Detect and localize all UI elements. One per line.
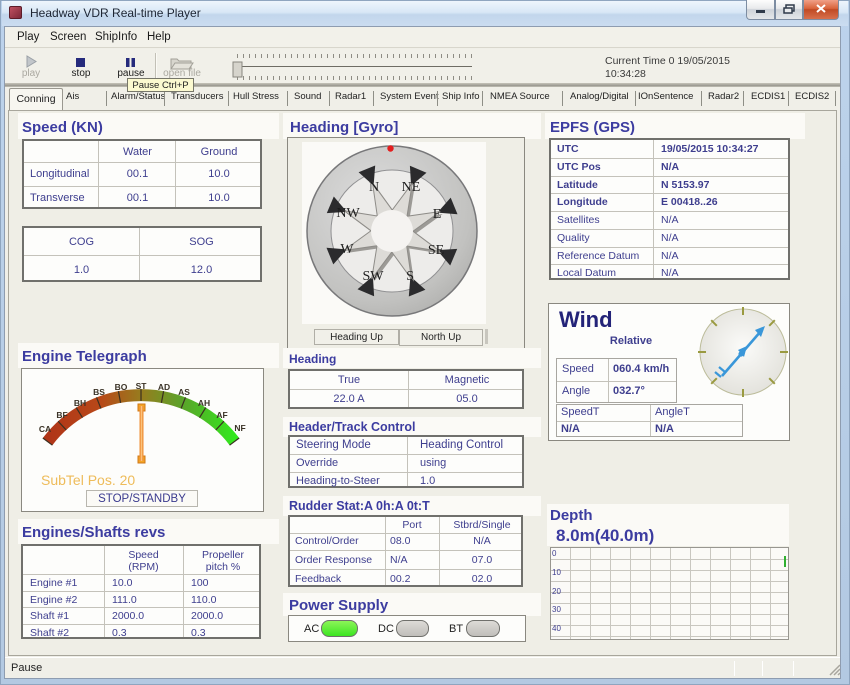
svg-text:NE: NE [402, 180, 421, 195]
svg-text:NF: NF [234, 423, 245, 433]
svg-text:AH: AH [198, 398, 210, 408]
svg-text:AD: AD [158, 382, 170, 392]
svg-text:CA: CA [39, 424, 51, 434]
svg-text:40: 40 [552, 624, 561, 633]
svg-text:AS: AS [178, 387, 190, 397]
svg-text:20: 20 [552, 587, 561, 596]
svg-text:SE: SE [428, 243, 444, 258]
svg-text:NW: NW [336, 206, 360, 221]
svg-text:AF: AF [216, 410, 227, 420]
svg-text:BO: BO [115, 382, 128, 392]
svg-text:BH: BH [74, 398, 86, 408]
svg-text:BF: BF [56, 410, 67, 420]
svg-text:ST: ST [136, 381, 148, 391]
svg-text:W: W [340, 242, 354, 257]
svg-text:SW: SW [363, 269, 385, 284]
svg-text:BS: BS [93, 387, 105, 397]
svg-text:N: N [369, 180, 379, 195]
svg-text:10: 10 [552, 568, 561, 577]
svg-text:30: 30 [552, 605, 561, 614]
svg-text:0: 0 [552, 549, 557, 558]
svg-text:S: S [406, 269, 414, 284]
svg-text:E: E [433, 207, 442, 222]
